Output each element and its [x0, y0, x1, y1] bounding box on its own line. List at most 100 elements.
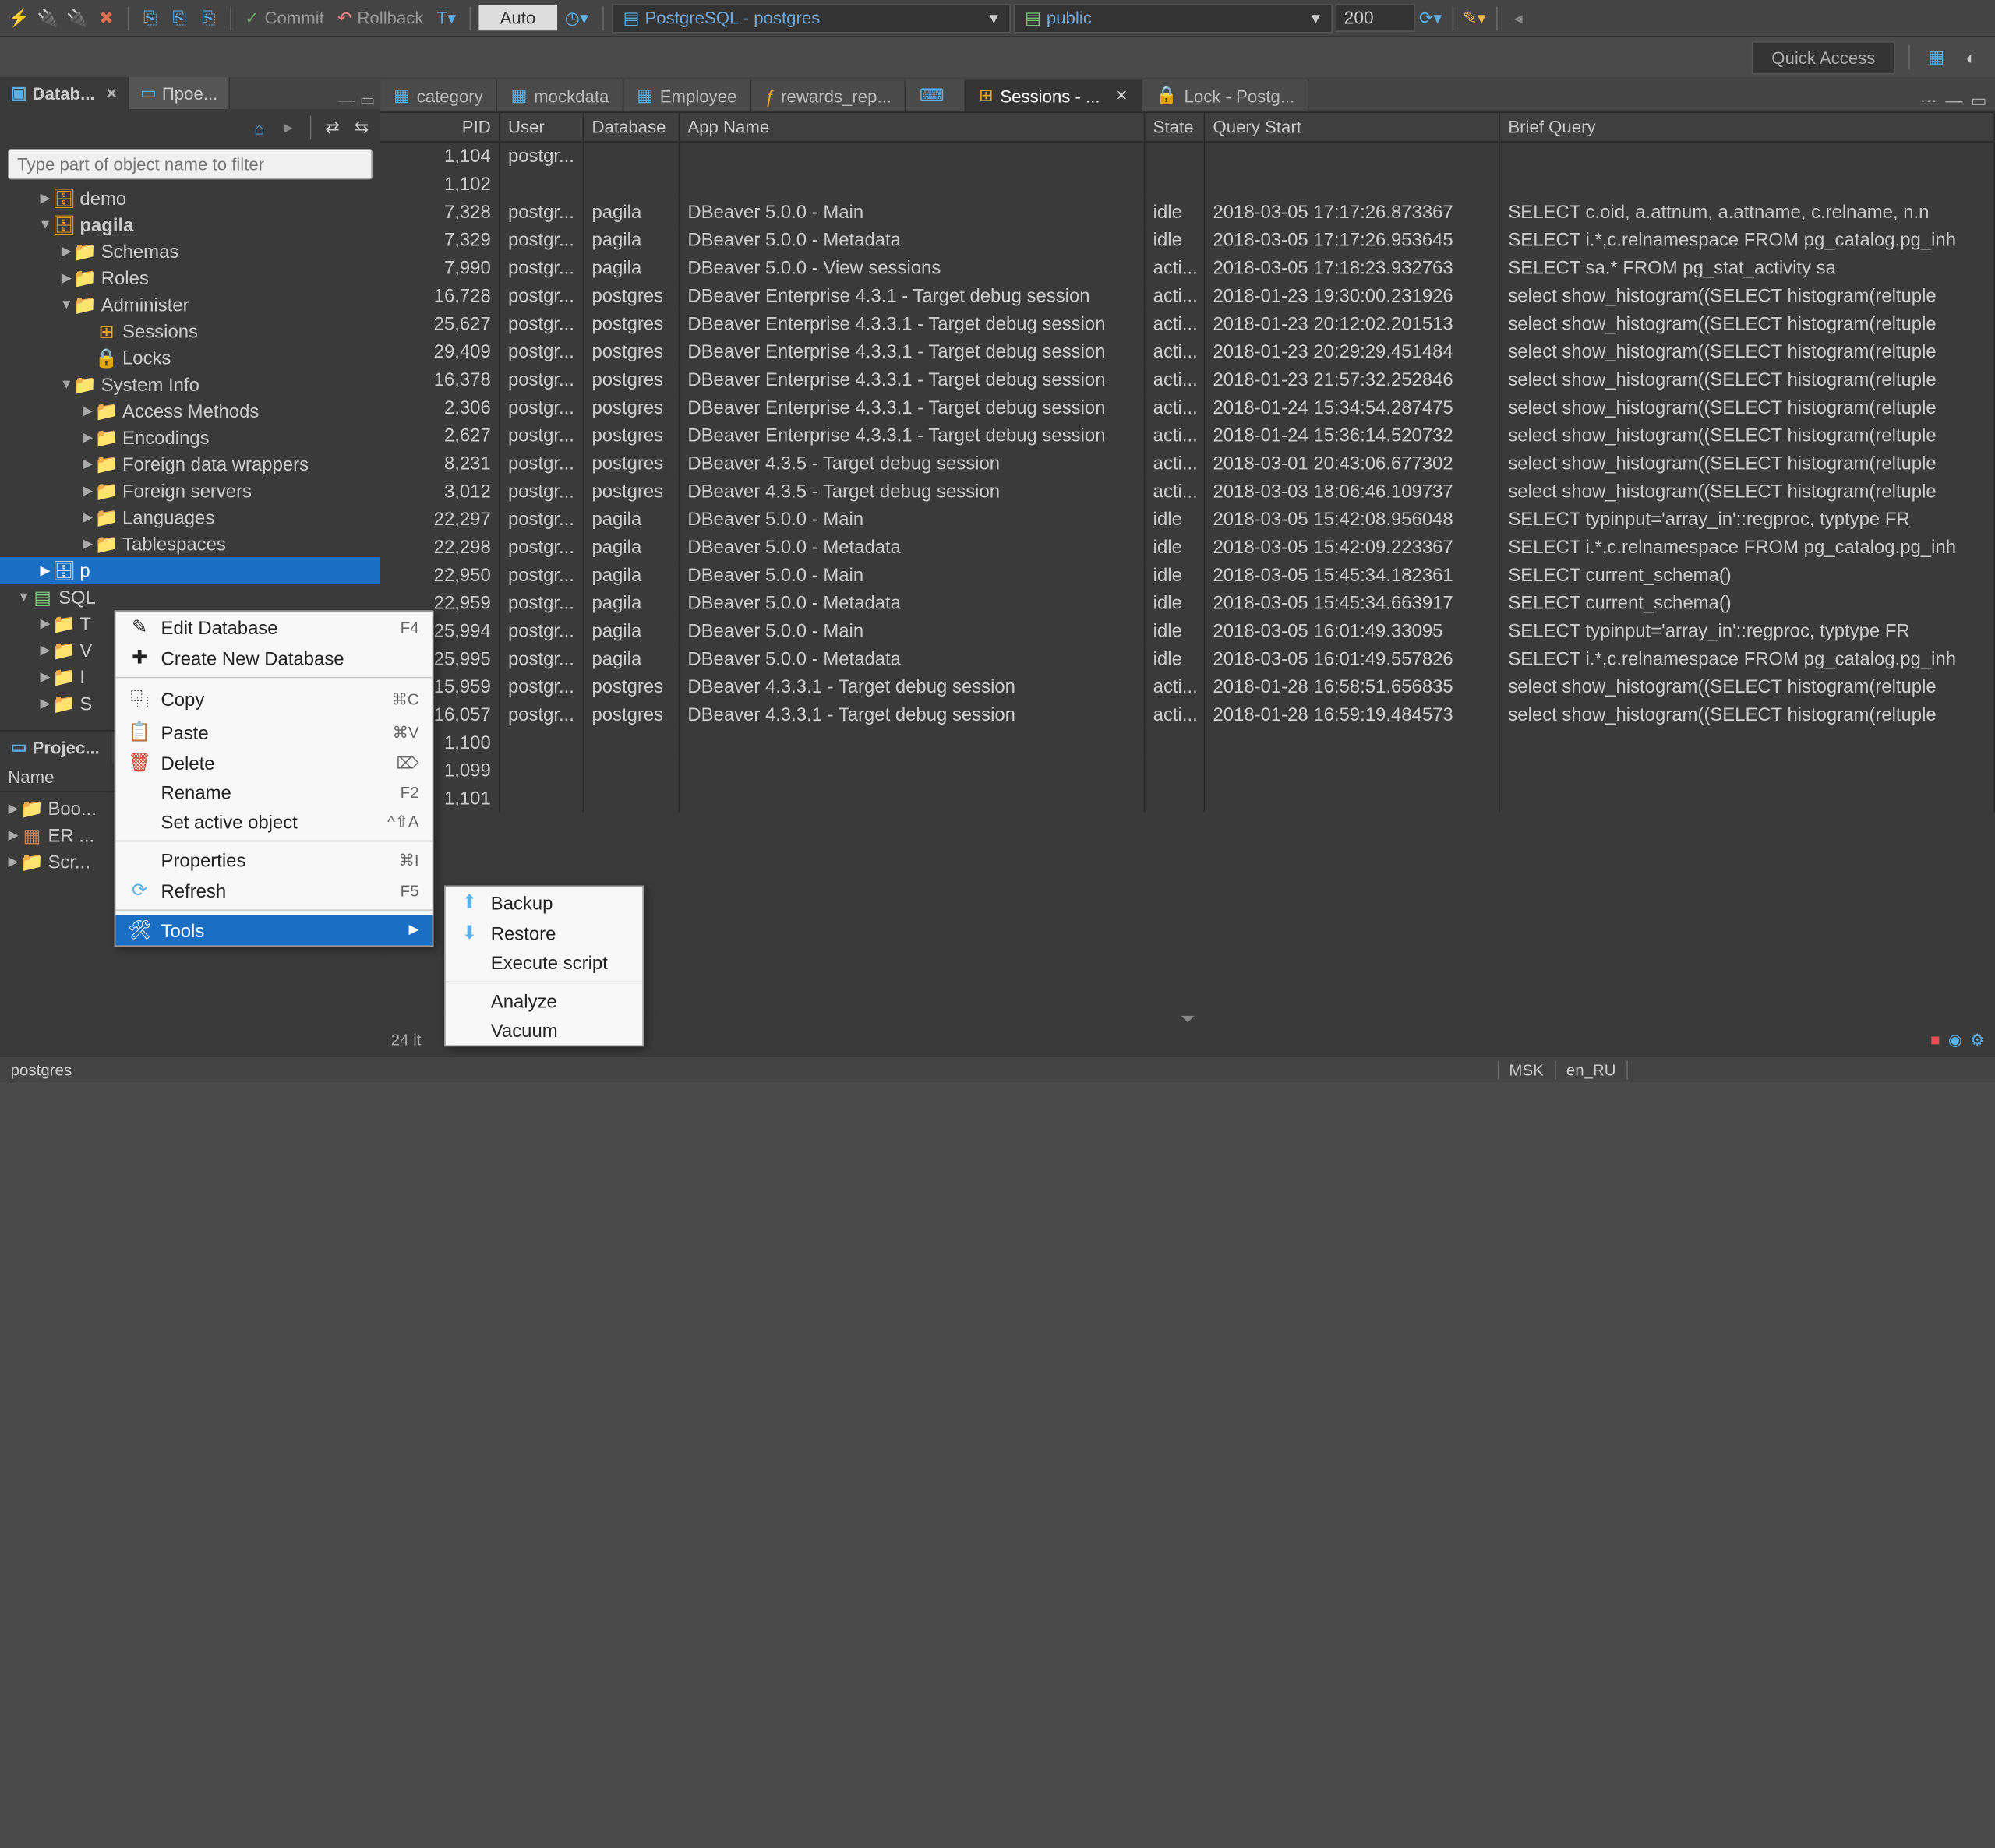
tree-item-sessions[interactable]: ⊞Sessions: [0, 318, 380, 344]
settings-icon[interactable]: ⚙: [1970, 1031, 1984, 1049]
refresh-icon[interactable]: ⟳▾: [1418, 5, 1444, 31]
sessions-table-body[interactable]: 1,104postgr...1,1027,328postgr...pagilaD…: [380, 143, 1995, 813]
highlight-icon[interactable]: ✎▾: [1461, 5, 1488, 31]
tree-item-access-methods[interactable]: ▶📁Access Methods: [0, 397, 380, 424]
table-row[interactable]: 25,627postgr...postgresDBeaver Enterpris…: [380, 310, 1995, 338]
menu-refresh[interactable]: ⟳RefreshF5: [115, 875, 432, 905]
table-row[interactable]: 1,100: [380, 728, 1995, 756]
maximize-icon[interactable]: ▭: [1971, 90, 1987, 111]
forward-icon[interactable]: ▸: [275, 115, 302, 141]
table-row[interactable]: 22,950postgr...pagilaDBeaver 5.0.0 - Mai…: [380, 561, 1995, 589]
table-row[interactable]: 16,378postgr...postgresDBeaver Enterpris…: [380, 365, 1995, 393]
col-state[interactable]: State: [1145, 113, 1205, 141]
rollback-button[interactable]: ↶Rollback: [332, 7, 429, 28]
menu-set-active-object[interactable]: Set active object^⇧A: [115, 807, 432, 837]
table-row[interactable]: 22,959postgr...pagilaDBeaver 5.0.0 - Met…: [380, 589, 1995, 617]
table-row[interactable]: 2,627postgr...postgresDBeaver Enterprise…: [380, 421, 1995, 450]
table-row[interactable]: 16,057postgr...postgresDBeaver 4.3.3.1 -…: [380, 700, 1995, 728]
schema-selector[interactable]: ▤ public ▾: [1013, 3, 1333, 33]
menu-analyze[interactable]: Analyze: [446, 986, 643, 1016]
tab-projects-ru[interactable]: ▭ Прое...: [129, 77, 229, 109]
menu-properties[interactable]: Properties⌘I: [115, 845, 432, 875]
tools-submenu[interactable]: ⬆Backup ⬇Restore Execute script Analyze …: [444, 886, 644, 1047]
menu-edit-database[interactable]: ✎Edit DatabaseF4: [115, 612, 432, 642]
tree-item-fdw[interactable]: ▶📁Foreign data wrappers: [0, 451, 380, 478]
datasource-selector[interactable]: ▤ PostgreSQL - postgres ▾: [611, 3, 1010, 33]
tree-item-schemas[interactable]: ▶📁Schemas: [0, 238, 380, 264]
menu-execute-script[interactable]: Execute script: [446, 948, 643, 978]
editor-tab[interactable]: ▦Employee: [623, 79, 751, 111]
editor-tab[interactable]: ▦category: [380, 79, 497, 111]
col-app-name[interactable]: App Name: [680, 113, 1145, 141]
close-icon[interactable]: ✕: [1114, 86, 1128, 105]
table-row[interactable]: 22,297postgr...pagilaDBeaver 5.0.0 - Mai…: [380, 506, 1995, 534]
col-brief-query[interactable]: Brief Query: [1500, 113, 1995, 141]
table-row[interactable]: 29,409postgr...postgresDBeaver Enterpris…: [380, 337, 1995, 365]
sql-editor-icon[interactable]: ⎘: [137, 5, 164, 31]
table-row[interactable]: 1,104postgr...: [380, 143, 1995, 171]
tree-item-selected-db[interactable]: ▶🗄p: [0, 557, 380, 584]
table-row[interactable]: 1,101: [380, 785, 1995, 813]
menu-copy[interactable]: ⿻Copy⌘C: [115, 682, 432, 717]
earth-icon[interactable]: ◉: [1948, 1031, 1962, 1049]
table-row[interactable]: 7,990postgr...pagilaDBeaver 5.0.0 - View…: [380, 254, 1995, 282]
tree-item-encodings[interactable]: ▶📁Encodings: [0, 424, 380, 450]
minimize-icon[interactable]: —: [339, 90, 355, 109]
tree-item-tablespaces[interactable]: ▶📁Tablespaces: [0, 531, 380, 557]
back-icon[interactable]: ◂: [1505, 5, 1531, 31]
close-icon[interactable]: ✕: [105, 84, 118, 101]
perspective-icon-2[interactable]: ◐: [1958, 44, 1984, 70]
tab-projects[interactable]: ▭ Projec...: [0, 732, 111, 764]
filter-input[interactable]: [8, 149, 373, 179]
maximize-icon[interactable]: ▭: [360, 90, 375, 109]
table-row[interactable]: 7,328postgr...pagilaDBeaver 5.0.0 - Main…: [380, 198, 1995, 226]
tree-item-languages[interactable]: ▶📁Languages: [0, 504, 380, 531]
auto-button[interactable]: Auto: [478, 5, 556, 30]
tab-database-navigator[interactable]: ▣ Datab... ✕: [0, 77, 129, 109]
editor-tab[interactable]: 🔒Lock - Postg...: [1142, 79, 1309, 111]
menu-create-database[interactable]: ✚Create New Database: [115, 642, 432, 672]
home-icon[interactable]: ⌂: [246, 115, 273, 141]
table-row[interactable]: 1,099: [380, 756, 1995, 785]
menu-delete[interactable]: 🗑Delete⌦: [115, 747, 432, 778]
disconnect-icon[interactable]: ✖: [93, 5, 119, 31]
menu-paste[interactable]: 📋Paste⌘V: [115, 717, 432, 747]
menu-tools[interactable]: 🛠Tools▶: [115, 915, 432, 945]
scroll-down-icon[interactable]: [1181, 1015, 1195, 1022]
table-row[interactable]: 25,994postgr...pagilaDBeaver 5.0.0 - Mai…: [380, 617, 1995, 645]
col-pid[interactable]: PID: [380, 113, 500, 141]
perspective-icon-1[interactable]: ▦: [1923, 44, 1950, 70]
stop-icon[interactable]: ■: [1930, 1031, 1940, 1049]
editor-tab[interactable]: ⌨: [906, 79, 966, 111]
editor-tab[interactable]: ƒrewards_rep...: [751, 81, 906, 111]
table-row[interactable]: 16,728postgr...postgresDBeaver Enterpris…: [380, 282, 1995, 310]
table-row[interactable]: 25,995postgr...pagilaDBeaver 5.0.0 - Met…: [380, 645, 1995, 673]
tree-item-administer[interactable]: ▼📁Administer: [0, 291, 380, 318]
tree-item-sql[interactable]: ▼▤SQL: [0, 584, 380, 610]
sql-new-icon[interactable]: ⎘: [196, 5, 222, 31]
plug-icon-2[interactable]: 🔌: [64, 5, 90, 31]
tree-item-locks[interactable]: 🔒Locks: [0, 344, 380, 371]
table-row[interactable]: 1,102: [380, 170, 1995, 198]
table-row[interactable]: 15,959postgr...postgresDBeaver 4.3.3.1 -…: [380, 673, 1995, 701]
editor-tab[interactable]: ⊞Sessions - ...✕: [966, 79, 1142, 111]
context-menu[interactable]: ✎Edit DatabaseF4 ✚Create New Database ⿻C…: [115, 610, 434, 947]
table-row[interactable]: 7,329postgr...pagilaDBeaver 5.0.0 - Meta…: [380, 226, 1995, 254]
col-user[interactable]: User: [500, 113, 584, 141]
table-row[interactable]: 22,298postgr...pagilaDBeaver 5.0.0 - Met…: [380, 533, 1995, 561]
rows-limit-input[interactable]: [1335, 4, 1414, 32]
tab-list-icon[interactable]: ⋯: [1920, 90, 1937, 111]
plug-connected-icon[interactable]: ⚡: [5, 5, 32, 31]
collapse-icon[interactable]: ⇆: [348, 115, 375, 141]
tx-mode-button[interactable]: T▾: [432, 7, 461, 28]
table-row[interactable]: 2,306postgr...postgresDBeaver Enterprise…: [380, 393, 1995, 421]
col-database[interactable]: Database: [584, 113, 680, 141]
plug-icon[interactable]: 🔌: [34, 5, 61, 31]
history-button[interactable]: ◷▾: [560, 7, 594, 28]
tree-item-pagila[interactable]: ▼🗄pagila: [0, 211, 380, 238]
col-query-start[interactable]: Query Start: [1205, 113, 1500, 141]
menu-rename[interactable]: RenameF2: [115, 778, 432, 807]
tree-item-roles[interactable]: ▶📁Roles: [0, 265, 380, 291]
menu-vacuum[interactable]: Vacuum: [446, 1016, 643, 1046]
tree-item-system-info[interactable]: ▼📁System Info: [0, 371, 380, 397]
